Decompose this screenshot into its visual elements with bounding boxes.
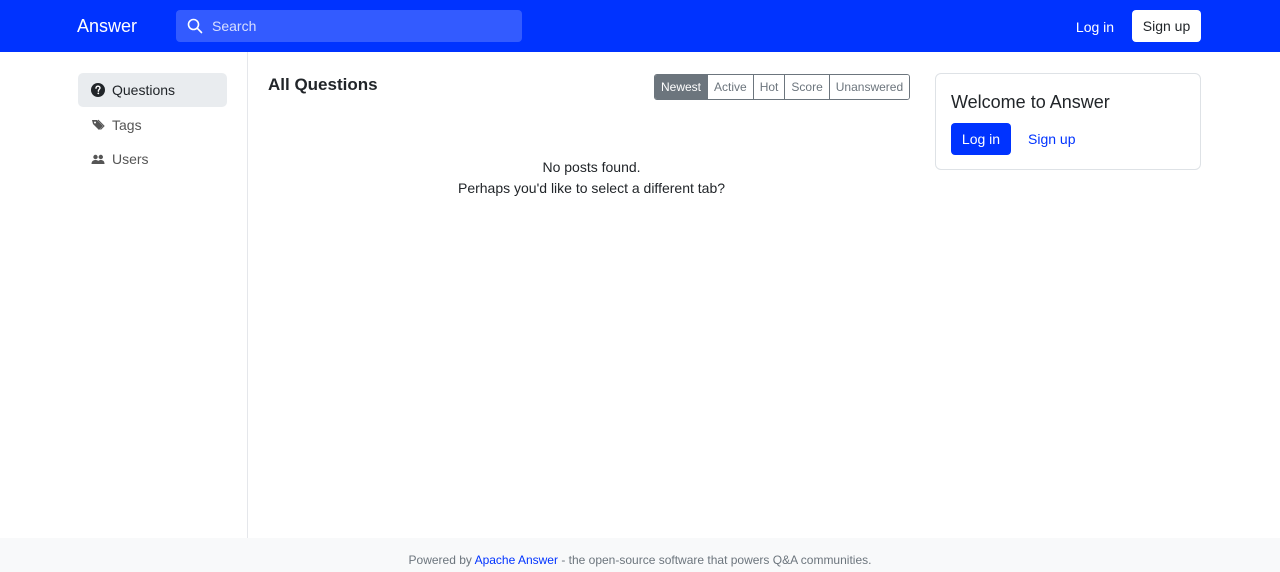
sort-tabs: Newest Active Hot Score Unanswered (654, 74, 911, 100)
card-login-button[interactable]: Log in (951, 123, 1011, 155)
brand-logo[interactable]: Answer (77, 15, 137, 37)
footer: Powered by Apache Answer - the open-sour… (0, 538, 1280, 572)
search-icon (187, 18, 203, 34)
people-icon (91, 154, 105, 164)
card-signup-link[interactable]: Sign up (1022, 123, 1081, 155)
tab-score[interactable]: Score (784, 75, 829, 99)
tab-hot[interactable]: Hot (752, 75, 785, 99)
question-circle-icon (91, 83, 105, 97)
sidebar-item-label: Tags (112, 117, 142, 133)
page-title: All Questions (268, 75, 378, 94)
tab-newest[interactable]: Newest (655, 75, 708, 99)
empty-state-message: No posts found. (542, 159, 641, 175)
top-navbar: Answer Log in Sign up (0, 0, 1280, 52)
navbar-login-link[interactable]: Log in (1068, 18, 1122, 36)
empty-state-hint: Perhaps you'd like to select a different… (457, 180, 726, 196)
footer-suffix: - the open-source software that powers Q… (561, 553, 872, 567)
tags-icon (92, 119, 105, 130)
navbar-signup-button[interactable]: Sign up (1132, 10, 1201, 42)
footer-apache-answer-link[interactable]: Apache Answer (475, 553, 558, 567)
sidebar-item-questions[interactable]: Questions (78, 73, 227, 107)
sidebar: Questions Tags Users (0, 52, 248, 538)
search-input[interactable] (212, 10, 512, 42)
footer-prefix: Powered by (408, 553, 472, 567)
sidebar-item-tags[interactable]: Tags (78, 108, 227, 142)
tab-unanswered[interactable]: Unanswered (828, 75, 910, 99)
search-box[interactable] (176, 10, 522, 42)
welcome-card-title: Welcome to Answer (951, 92, 1110, 112)
sidebar-item-users[interactable]: Users (78, 142, 227, 176)
sidebar-item-label: Users (112, 151, 149, 167)
welcome-card: Welcome to Answer Log in Sign up (935, 73, 1201, 170)
tab-active[interactable]: Active (707, 75, 753, 99)
sidebar-item-label: Questions (112, 82, 176, 98)
